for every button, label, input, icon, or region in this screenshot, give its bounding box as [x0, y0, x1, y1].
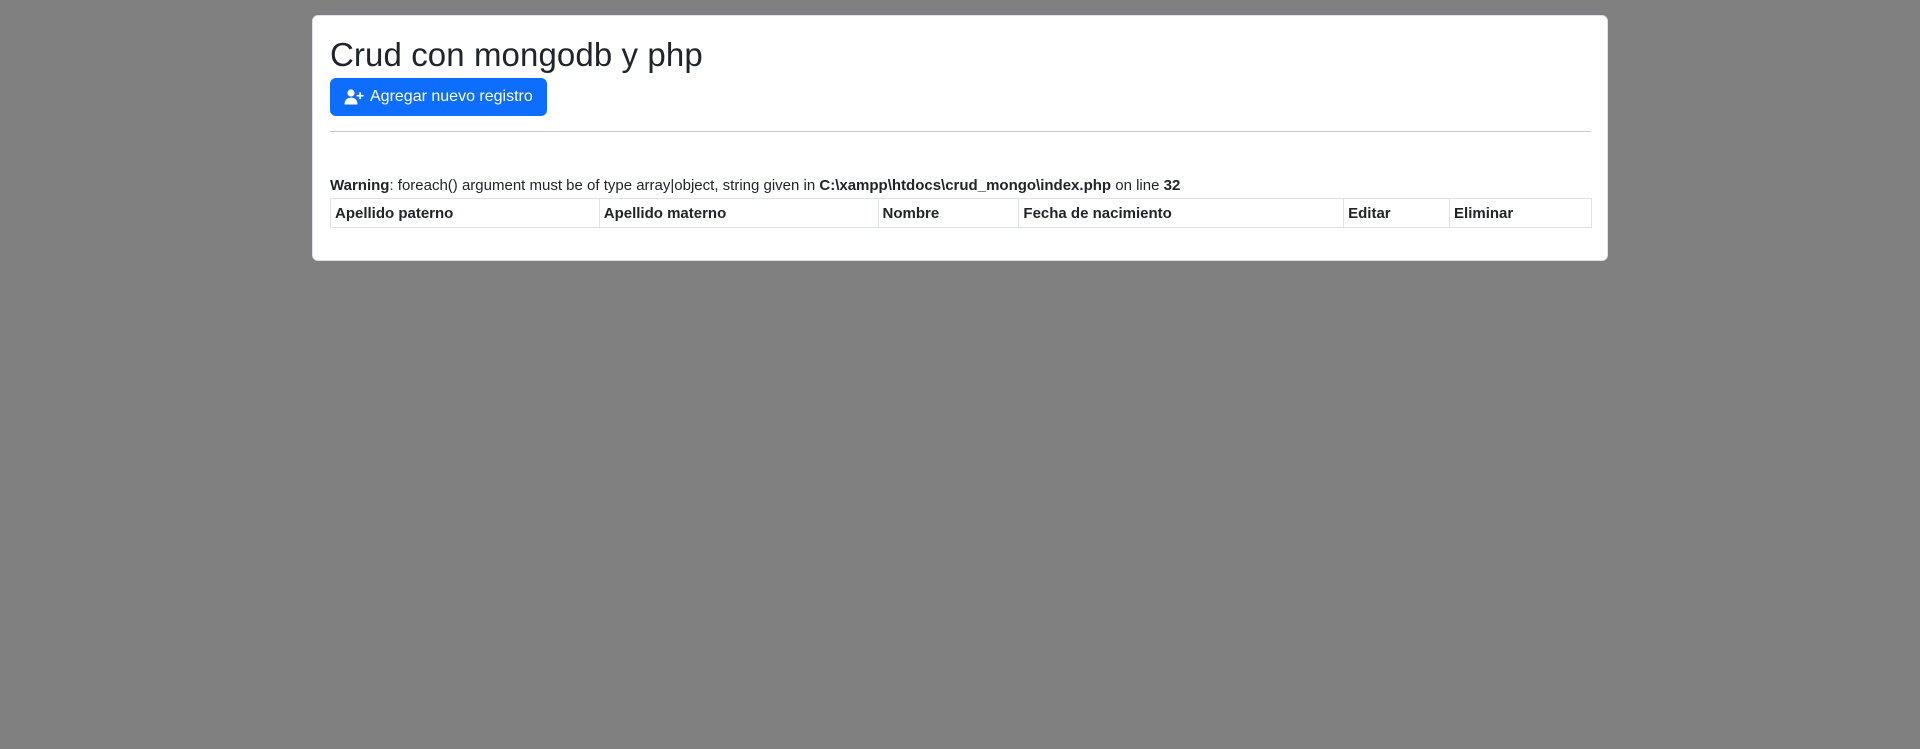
table-header-row: Apellido paterno Apellido materno Nombre…	[330, 198, 1592, 228]
column-header-nombre: Nombre	[877, 198, 1020, 228]
divider	[330, 131, 1591, 132]
add-record-button[interactable]: Agregar nuevo registro	[330, 78, 547, 116]
user-plus-icon	[344, 89, 364, 105]
warning-message: : foreach() argument must be of type arr…	[389, 177, 820, 194]
column-header-eliminar: Eliminar	[1449, 198, 1592, 228]
page-title: Crud con mongodb y php	[330, 36, 703, 73]
add-record-label: Agregar nuevo registro	[370, 88, 533, 105]
column-header-apellido-materno: Apellido materno	[598, 198, 879, 228]
main-card: Crud con mongodb y php Agregar nuevo reg…	[312, 15, 1608, 261]
column-header-fecha-de-nacimiento: Fecha de nacimiento	[1018, 198, 1345, 228]
records-table: Apellido paterno Apellido materno Nombre…	[330, 198, 1592, 228]
column-header-apellido-paterno: Apellido paterno	[330, 198, 600, 228]
warning-file: C:\xampp\htdocs\crud_mongo\index.php	[819, 177, 1112, 194]
column-header-editar: Editar	[1343, 198, 1451, 228]
warning-line-text: on line	[1111, 177, 1164, 194]
warning-line-number: 32	[1163, 177, 1181, 194]
php-warning: Warning: foreach() argument must be of t…	[330, 176, 1180, 196]
warning-label: Warning	[330, 177, 390, 194]
